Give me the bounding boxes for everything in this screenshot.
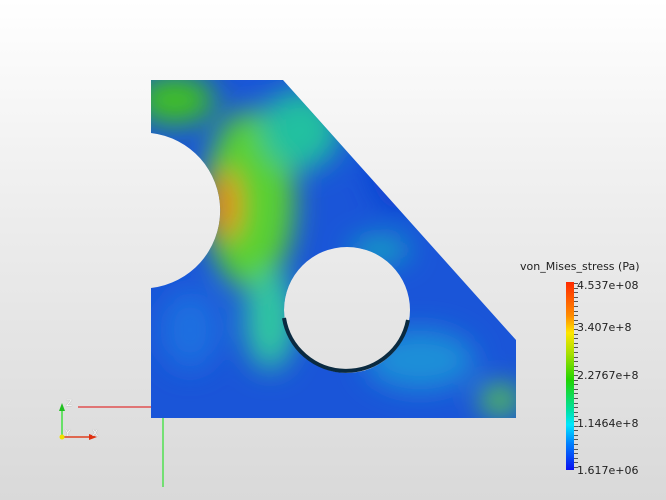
colorbar-tick	[574, 315, 578, 317]
colorbar-tick	[574, 407, 578, 409]
colorbar-label-max: 4.537e+08	[577, 279, 639, 292]
colorbar-title: von_Mises_stress (Pa)	[520, 260, 640, 273]
colorbar-tick	[574, 384, 578, 386]
stress-field-mesh	[151, 80, 516, 418]
colorbar-label-2: 3.407e+8	[577, 321, 632, 334]
colorbar[interactable]	[566, 282, 574, 470]
colorbar-tick	[574, 301, 578, 303]
colorbar-tick	[574, 296, 578, 298]
colorbar-tick	[574, 310, 578, 312]
colorbar-tick	[574, 342, 578, 344]
colorbar-tick	[574, 434, 578, 436]
colorbar-tick	[574, 338, 578, 340]
y-axis-dot-icon	[59, 434, 65, 440]
colorbar-label-4: 1.1464e+8	[577, 417, 639, 430]
z-arrow-icon	[59, 403, 65, 411]
colorbar-tick	[574, 292, 578, 294]
colorbar-label-min: 1.617e+06	[577, 464, 639, 477]
colorbar-tick	[574, 444, 578, 445]
colorbar-tick	[574, 439, 578, 441]
colorbar-tick	[574, 457, 578, 459]
colorbar-tick	[574, 365, 578, 367]
colorbar-tick	[574, 306, 578, 307]
colorbar-tick	[574, 453, 578, 455]
colorbar-tick	[574, 347, 578, 349]
colorbar-tick	[574, 430, 578, 432]
axis-label-x: X	[92, 429, 99, 439]
colorbar-tick	[574, 448, 578, 450]
colorbar-tick	[574, 393, 578, 395]
colorbar-tick	[574, 398, 578, 399]
axis-label-z: Z	[66, 399, 73, 409]
axis-label-y: Y	[65, 429, 71, 439]
colorbar-tick	[574, 402, 578, 404]
colorbar-tick	[574, 411, 578, 413]
colorbar-label-3: 2.2767e+8	[577, 369, 639, 382]
colorbar-tick	[574, 388, 578, 390]
colorbar-tick	[574, 356, 578, 358]
colorbar-tick	[574, 361, 578, 363]
colorbar-tick	[574, 352, 578, 353]
